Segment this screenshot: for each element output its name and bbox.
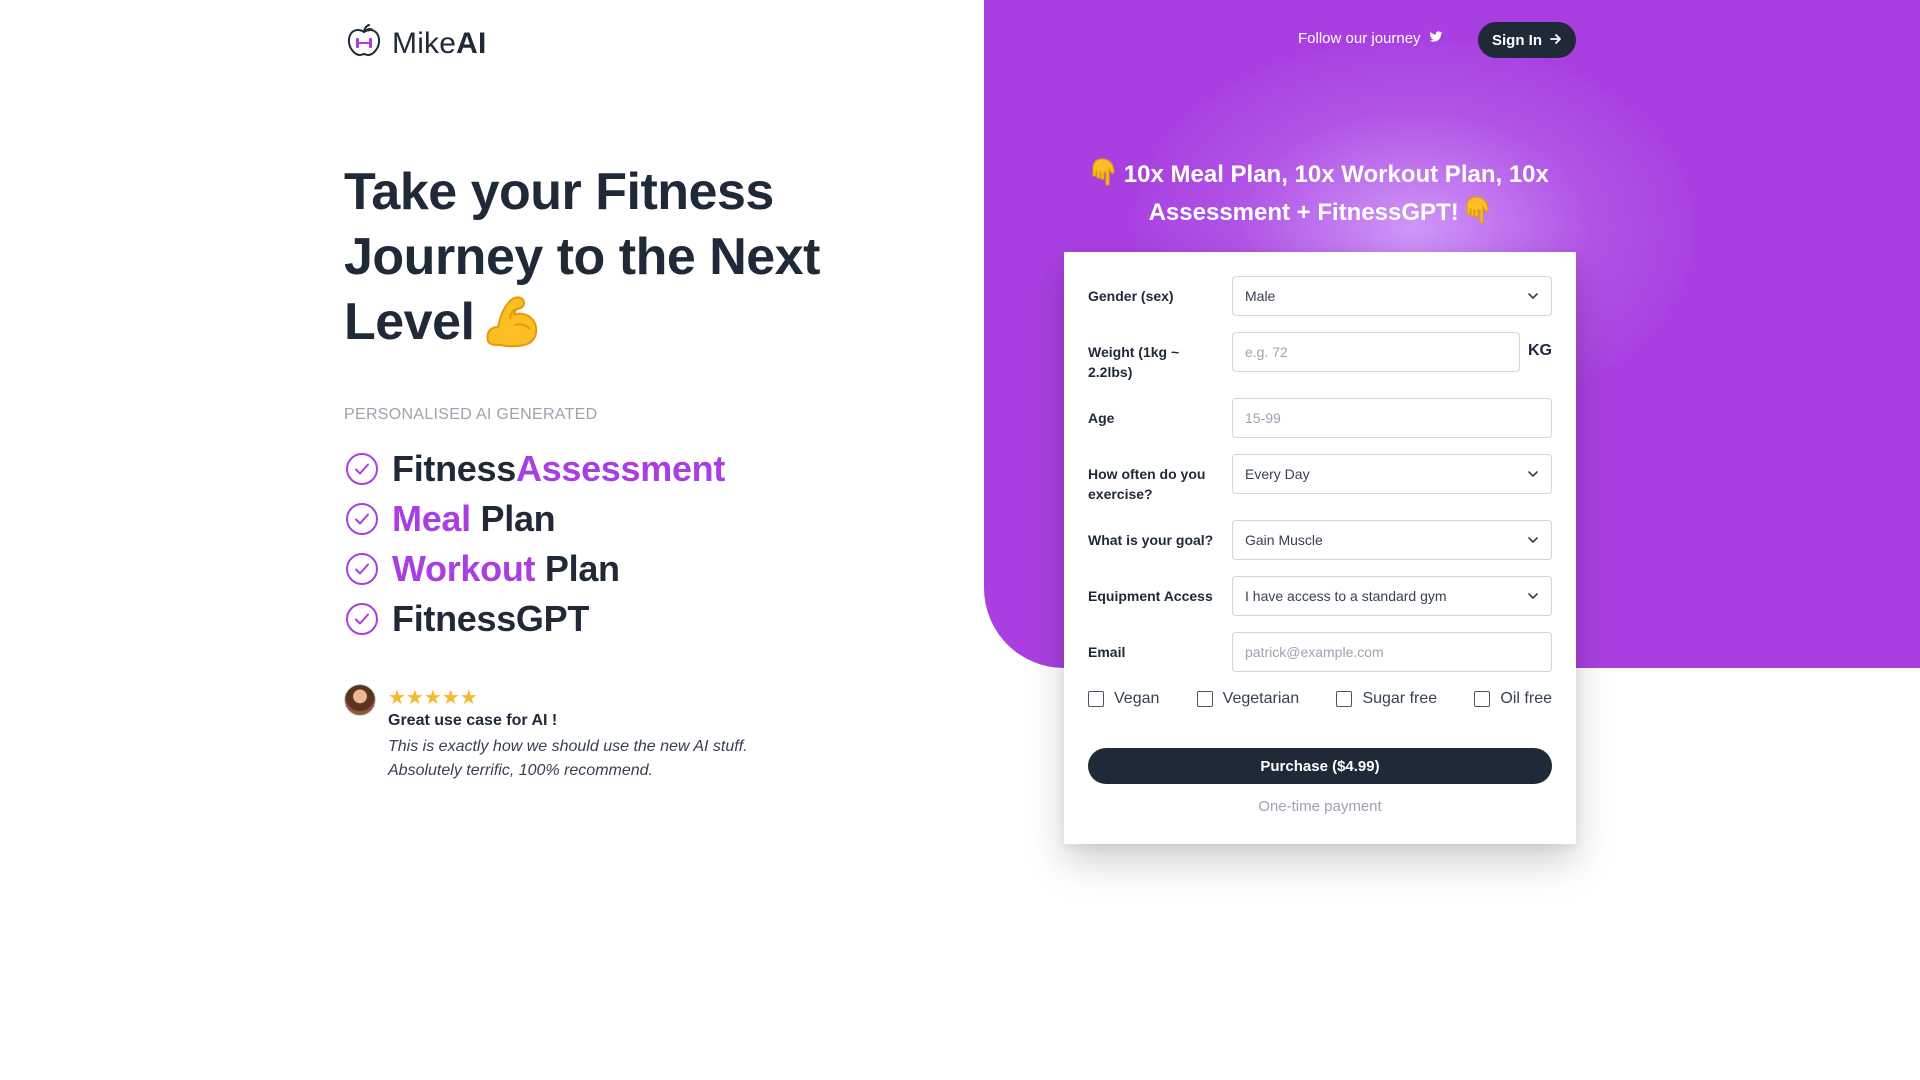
feature-item: Workout Plan xyxy=(344,544,725,594)
diet-label: Sugar free xyxy=(1362,690,1438,707)
feature-accent: Workout xyxy=(392,548,536,589)
age-input[interactable]: 15-99 xyxy=(1232,398,1552,438)
chevron-down-icon xyxy=(1528,293,1538,299)
diet-options: Vegan Vegetarian Sugar free Oil free xyxy=(1088,690,1552,708)
avatar xyxy=(344,684,376,716)
diet-label: Vegan xyxy=(1114,690,1160,707)
eyebrow-text: PERSONALISED AI GENERATED xyxy=(344,406,598,423)
review-body: This is exactly how we should use the ne… xyxy=(388,738,748,779)
weight-label: Weight (1kg ~ 2.2lbs) xyxy=(1088,344,1180,380)
chevron-down-icon xyxy=(1528,471,1538,477)
email-input[interactable]: patrick@example.com xyxy=(1232,632,1552,672)
check-circle-icon xyxy=(346,503,378,535)
sign-in-button[interactable]: Sign In xyxy=(1478,22,1576,58)
offer-heading: 10x Meal Plan, 10x Workout Plan, 10x Ass… xyxy=(1064,158,1576,234)
diet-option-oil-free[interactable]: Oil free xyxy=(1474,690,1552,708)
twitter-icon xyxy=(1429,30,1443,47)
chevron-down-icon xyxy=(1528,537,1538,543)
flexed-biceps-icon xyxy=(480,290,542,355)
feature-text: Fitness xyxy=(392,448,516,489)
equipment-label: Equipment Access xyxy=(1088,588,1213,604)
email-placeholder: patrick@example.com xyxy=(1245,644,1384,660)
feature-text: Plan xyxy=(535,548,620,589)
feature-accent: Meal xyxy=(392,498,471,539)
purchase-button[interactable]: Purchase ($4.99) xyxy=(1088,748,1552,784)
pointing-down-hand-icon xyxy=(1465,196,1491,234)
exercise-label: How often do you exercise? xyxy=(1088,466,1206,502)
feature-text: Plan xyxy=(470,498,556,539)
weight-unit: KG xyxy=(1528,342,1552,359)
star-rating: ★★★★★ xyxy=(388,687,478,709)
check-circle-icon xyxy=(346,603,378,635)
gender-select[interactable]: Male xyxy=(1232,276,1552,316)
exercise-select[interactable]: Every Day xyxy=(1232,454,1552,494)
gender-value: Male xyxy=(1245,288,1276,304)
chevron-down-icon xyxy=(1528,593,1538,599)
checkbox[interactable] xyxy=(1474,691,1491,707)
apple-dumbbell-icon xyxy=(344,24,384,63)
email-label: Email xyxy=(1088,644,1126,660)
exercise-value: Every Day xyxy=(1245,466,1310,482)
sign-in-label: Sign In xyxy=(1492,31,1542,49)
weight-placeholder: e.g. 72 xyxy=(1245,344,1288,360)
diet-option-vegan[interactable]: Vegan xyxy=(1088,690,1159,708)
check-circle-icon xyxy=(346,553,378,585)
checkbox[interactable] xyxy=(1196,691,1213,707)
hero-title: Take your Fitness Journey to the Next Le… xyxy=(344,160,904,355)
equipment-value: I have access to a standard gym xyxy=(1245,588,1447,604)
check-circle-icon xyxy=(346,453,378,485)
feature-list: Fitness Assessment Meal Plan Workout Pla… xyxy=(344,444,725,644)
feature-item: Fitness Assessment xyxy=(344,444,725,494)
arrow-right-icon xyxy=(1550,32,1562,49)
age-placeholder: 15-99 xyxy=(1245,410,1281,426)
diet-option-vegetarian[interactable]: Vegetarian xyxy=(1196,690,1300,708)
goal-label: What is your goal? xyxy=(1088,532,1214,548)
payment-note: One-time payment xyxy=(1258,798,1382,815)
feature-item: FitnessGPT xyxy=(344,594,725,644)
goal-select[interactable]: Gain Muscle xyxy=(1232,520,1552,560)
review-title: Great use case for AI ! xyxy=(388,712,558,729)
checkbox[interactable] xyxy=(1088,691,1104,707)
feature-text: FitnessGPT xyxy=(392,598,590,639)
gender-label: Gender (sex) xyxy=(1088,288,1174,304)
feature-accent: Assessment xyxy=(515,448,726,489)
follow-link[interactable]: Follow our journey xyxy=(1298,30,1443,47)
diet-option-sugar-free[interactable]: Sugar free xyxy=(1336,690,1437,708)
goal-value: Gain Muscle xyxy=(1245,532,1323,548)
equipment-select[interactable]: I have access to a standard gym xyxy=(1232,576,1552,616)
logo-text: MikeAI xyxy=(392,26,487,60)
logo[interactable]: MikeAI xyxy=(344,24,487,63)
feature-item: Meal Plan xyxy=(344,494,725,544)
follow-label: Follow our journey xyxy=(1298,30,1421,47)
diet-label: Oil free xyxy=(1500,690,1552,707)
hero-title-text: Take your Fitness Journey to the Next Le… xyxy=(344,163,820,351)
checkbox[interactable] xyxy=(1336,691,1353,707)
pointing-down-hand-icon xyxy=(1091,158,1117,196)
purchase-form-card: Gender (sex) Male Weight (1kg ~ 2.2lbs) … xyxy=(1064,252,1576,844)
diet-label: Vegetarian xyxy=(1222,690,1300,707)
weight-input[interactable]: e.g. 72 xyxy=(1232,332,1520,372)
age-label: Age xyxy=(1088,410,1115,426)
